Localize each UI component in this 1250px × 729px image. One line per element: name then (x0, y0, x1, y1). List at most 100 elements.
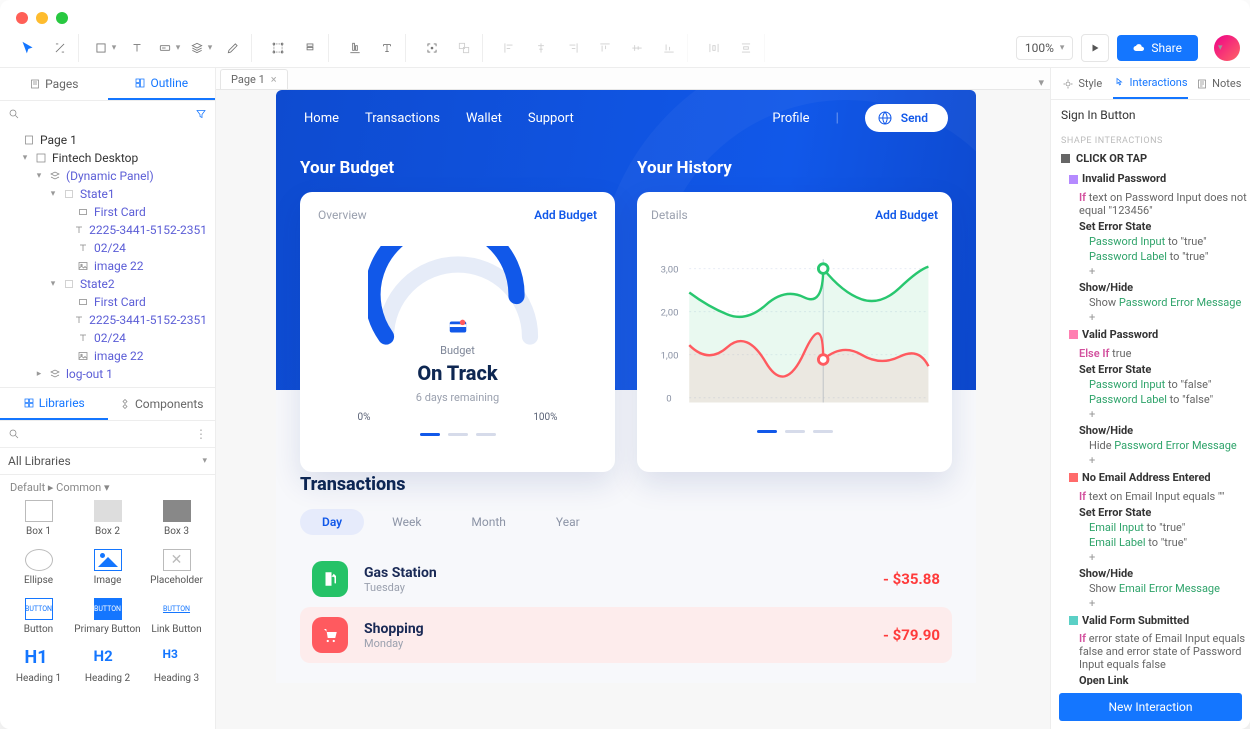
add-action[interactable]: + (1051, 550, 1250, 565)
lib-box2[interactable]: Box 2 (73, 496, 142, 541)
add-action[interactable]: + (1051, 310, 1250, 325)
nav-wallet[interactable]: Wallet (466, 111, 502, 126)
lib-h2[interactable]: H2Heading 2 (73, 643, 142, 688)
close-window-icon[interactable] (16, 12, 28, 24)
tab-components[interactable]: Components (108, 388, 216, 420)
outline-item[interactable]: First Card (0, 203, 215, 221)
lib-h3[interactable]: H3Heading 3 (142, 643, 211, 688)
close-icon[interactable]: × (271, 73, 277, 86)
text-tool-icon[interactable] (123, 34, 151, 62)
lib-ellipse[interactable]: Ellipse (4, 545, 73, 590)
filter-month[interactable]: Month (449, 509, 527, 535)
align-right-icon[interactable] (559, 34, 587, 62)
tab-style[interactable]: Style (1051, 68, 1113, 99)
lib-box1[interactable]: Box 1 (4, 496, 73, 541)
rect-tool-icon[interactable] (91, 34, 119, 62)
canvas-tab-page1[interactable]: Page 1× (220, 69, 288, 89)
slice-tool-icon[interactable] (296, 34, 324, 62)
outline-item[interactable]: 2225-3441-5152-2351 (0, 311, 215, 329)
lib-primary-button[interactable]: BUTTONPrimary Button (73, 594, 142, 639)
interaction-action[interactable]: Password Input to "true" (1051, 234, 1250, 249)
lib-button[interactable]: BUTTONButton (4, 594, 73, 639)
transaction-row[interactable]: Gas StationTuesday - $35.88 (300, 551, 952, 607)
tab-libraries[interactable]: Libraries (0, 388, 108, 420)
ungroup-icon[interactable] (450, 34, 478, 62)
outline-item[interactable]: ▾Fintech Desktop (0, 149, 215, 167)
budget-add-link[interactable]: Add Budget (534, 208, 597, 222)
interaction-action[interactable]: Email Input to "true" (1051, 520, 1250, 535)
align-bottom-icon[interactable] (655, 34, 683, 62)
outline-item[interactable]: ▾(Dynamic Panel) (0, 167, 215, 185)
library-filter-select[interactable]: All Libraries▾ (8, 454, 207, 468)
outline-search-input[interactable] (26, 107, 189, 121)
nav-support[interactable]: Support (528, 111, 574, 126)
align-left-icon[interactable] (495, 34, 523, 62)
share-button[interactable]: Share (1117, 35, 1198, 61)
interaction-case[interactable]: No Email Address Entered (1051, 468, 1250, 489)
pointer-tool-icon[interactable] (14, 34, 42, 62)
add-action[interactable]: + (1051, 596, 1250, 611)
history-dots-nav[interactable] (651, 430, 938, 433)
lib-image[interactable]: Image (73, 545, 142, 590)
tab-outline[interactable]: Outline (108, 68, 216, 100)
outline-item[interactable]: image 22 (0, 347, 215, 365)
align-vert-icon[interactable] (341, 34, 369, 62)
history-add-link[interactable]: Add Budget (875, 208, 938, 222)
align-vcenter-icon[interactable] (623, 34, 651, 62)
nav-home[interactable]: Home (304, 111, 339, 126)
interaction-case[interactable]: Valid Password (1051, 325, 1250, 346)
interaction-action[interactable]: Password Label to "true" (1051, 249, 1250, 264)
add-action[interactable]: + (1051, 407, 1250, 422)
tab-interactions[interactable]: Interactions (1113, 68, 1187, 99)
design-fintech-desktop[interactable]: Home Transactions Wallet Support Profile… (276, 90, 976, 729)
outline-item[interactable]: 02/24 (0, 329, 215, 347)
transaction-row[interactable]: ShoppingMonday - $79.90 (300, 607, 952, 663)
filter-year[interactable]: Year (534, 509, 602, 535)
new-interaction-button[interactable]: New Interaction (1059, 693, 1242, 721)
interaction-action[interactable]: Show Email Error Message (1051, 581, 1250, 596)
outline-item[interactable]: First Card (0, 293, 215, 311)
filter-week[interactable]: Week (370, 509, 443, 535)
nav-transactions[interactable]: Transactions (365, 111, 440, 126)
preview-button[interactable] (1081, 34, 1109, 62)
tab-notes[interactable]: Notes (1188, 68, 1250, 99)
add-action[interactable]: + (1051, 264, 1250, 279)
outline-item[interactable]: image 22 (0, 257, 215, 275)
dist-v-icon[interactable] (732, 34, 760, 62)
nav-send-button[interactable]: Send (865, 104, 948, 132)
dynpanel-tool-icon[interactable] (187, 34, 215, 62)
interaction-action[interactable]: Password Label to "false" (1051, 392, 1250, 407)
nav-profile[interactable]: Profile (772, 111, 809, 126)
fullscreen-window-icon[interactable] (56, 12, 68, 24)
event-click-tap[interactable]: CLICK OR TAP (1051, 148, 1250, 169)
form-tool-icon[interactable] (155, 34, 183, 62)
budget-dots-nav[interactable] (318, 433, 597, 436)
align-hcenter-icon[interactable] (527, 34, 555, 62)
interaction-action[interactable]: Show Password Error Message (1051, 295, 1250, 310)
canvas-area[interactable]: Page 1× ▾ Home Transactions Wallet Suppo… (216, 68, 1050, 729)
connect-tool-icon[interactable] (46, 34, 74, 62)
outline-item[interactable]: ▾State2 (0, 275, 215, 293)
dist-h-icon[interactable] (700, 34, 728, 62)
minimize-window-icon[interactable] (36, 12, 48, 24)
lib-link-button[interactable]: BUTTONLink Button (142, 594, 211, 639)
outline-item[interactable]: 02/24 (0, 239, 215, 257)
interaction-case[interactable]: Valid Form Submitted (1051, 611, 1250, 632)
canvas-tab-menu-icon[interactable]: ▾ (1032, 76, 1050, 89)
interaction-action[interactable]: Password Input to "false" (1051, 377, 1250, 392)
lib-placeholder[interactable]: Placeholder (142, 545, 211, 590)
pen-tool-icon[interactable] (219, 34, 247, 62)
filter-icon[interactable] (195, 108, 207, 120)
tab-pages[interactable]: Pages (0, 68, 108, 100)
boundary-tool-icon[interactable] (264, 34, 292, 62)
interaction-action[interactable]: Hide Password Error Message (1051, 438, 1250, 453)
interaction-case[interactable]: Invalid Password (1051, 169, 1250, 190)
interaction-action[interactable]: Email Label to "true" (1051, 535, 1250, 550)
text-style-icon[interactable] (373, 34, 401, 62)
outline-item[interactable]: ▾State1 (0, 185, 215, 203)
focus-icon[interactable] (418, 34, 446, 62)
outline-item[interactable]: ▸log-out 1 (0, 365, 215, 383)
libraries-search-input[interactable] (26, 427, 189, 441)
filter-day[interactable]: Day (300, 509, 364, 535)
outline-item[interactable]: Page 1 (0, 131, 215, 149)
